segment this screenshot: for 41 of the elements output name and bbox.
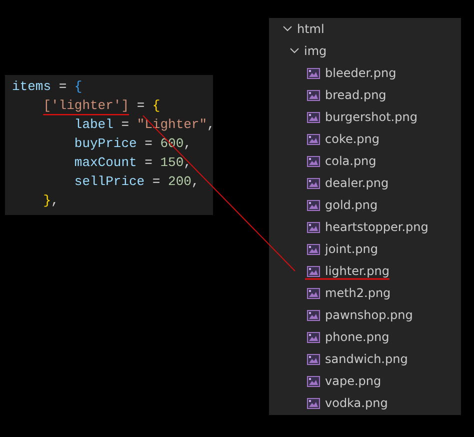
- file-item[interactable]: burgershot.png: [325, 110, 418, 124]
- image-file-icon: [307, 68, 320, 78]
- image-file-icon: [307, 244, 320, 254]
- image-file-icon: [307, 354, 320, 364]
- image-file-icon: [307, 90, 320, 100]
- file-item[interactable]: bleeder.png: [325, 66, 396, 80]
- file-item[interactable]: vodka.png: [325, 396, 388, 410]
- file-item[interactable]: pawnshop.png: [325, 308, 413, 322]
- folder-item[interactable]: img: [304, 44, 327, 58]
- code-line: maxCount = 150,: [74, 155, 192, 170]
- code-line: items = {: [12, 79, 82, 94]
- image-file-icon: [307, 156, 320, 166]
- file-item[interactable]: heartstopper.png: [325, 220, 428, 234]
- file-item[interactable]: sandwich.png: [325, 352, 408, 366]
- chevron-down-icon[interactable]: [290, 48, 299, 54]
- image-file-icon: [307, 134, 320, 144]
- image-file-icon: [307, 398, 320, 408]
- image-file-icon: [307, 222, 320, 232]
- image-file-icon: [307, 266, 320, 276]
- file-item[interactable]: meth2.png: [325, 286, 391, 300]
- file-item[interactable]: dealer.png: [325, 176, 389, 190]
- file-item[interactable]: coke.png: [325, 132, 380, 146]
- image-file-icon: [307, 376, 320, 386]
- image-file-icon: [307, 200, 320, 210]
- file-item[interactable]: bread.png: [325, 88, 386, 102]
- code-line: },: [43, 193, 59, 208]
- chevron-down-icon[interactable]: [283, 26, 292, 32]
- file-item[interactable]: lighter.png: [325, 264, 390, 278]
- folder-item[interactable]: html: [297, 22, 324, 36]
- image-file-icon: [307, 178, 320, 188]
- code-line: sellPrice = 200,: [74, 174, 200, 189]
- file-item[interactable]: cola.png: [325, 154, 376, 168]
- file-item[interactable]: gold.png: [325, 198, 378, 212]
- file-item[interactable]: joint.png: [325, 242, 378, 256]
- image-file-icon: [307, 288, 320, 298]
- image-file-icon: [307, 332, 320, 342]
- image-file-icon: [307, 310, 320, 320]
- file-item[interactable]: vape.png: [325, 374, 382, 388]
- file-item[interactable]: phone.png: [325, 330, 390, 344]
- code-line: ['lighter'] = {: [43, 98, 160, 113]
- image-file-icon: [307, 112, 320, 122]
